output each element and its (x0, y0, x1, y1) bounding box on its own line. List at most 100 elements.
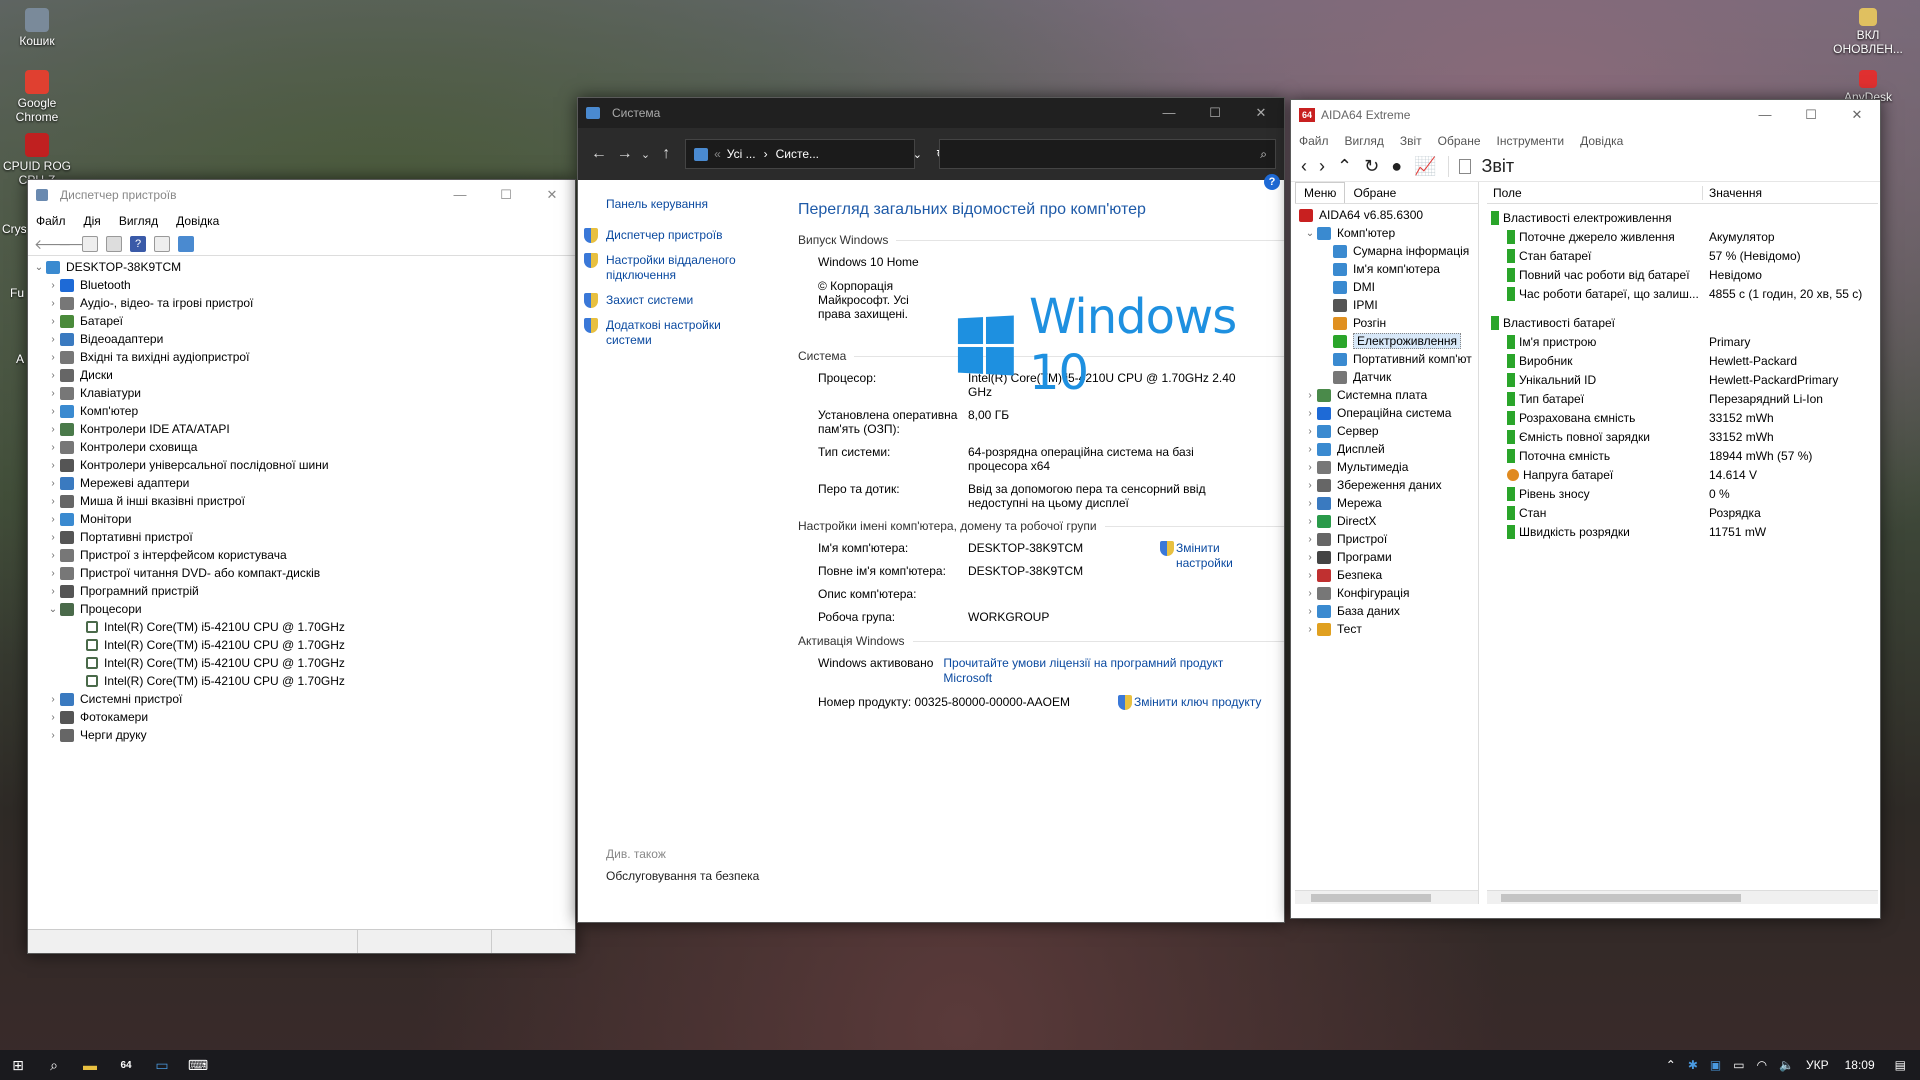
chevron-right-icon[interactable]: › (46, 550, 60, 561)
tree-category[interactable]: › Черги друку (32, 726, 575, 744)
maximize-button[interactable]: ☐ (1788, 100, 1834, 130)
show-hidden-icons-icon[interactable]: ⌃ (1666, 1058, 1676, 1072)
tab-menu[interactable]: Меню (1295, 182, 1346, 203)
chevron-right-icon[interactable]: › (1303, 444, 1317, 455)
chevron-right-icon[interactable]: › (1303, 606, 1317, 617)
aida-tree-item[interactable]: › Дисплей (1299, 440, 1478, 458)
start-button[interactable]: ⊞ (0, 1050, 36, 1080)
chevron-right-icon[interactable]: › (1303, 516, 1317, 527)
view-icon[interactable] (154, 235, 170, 252)
property-row[interactable]: Розрахована ємність 33152 mWh (1487, 408, 1878, 427)
menu-item[interactable]: Інструменти (1497, 134, 1565, 148)
aida-tree-item[interactable]: › Безпека (1299, 566, 1478, 584)
chevron-right-icon[interactable]: › (46, 478, 60, 489)
property-row[interactable]: Рівень зносу 0 % (1487, 484, 1878, 503)
forward-arrow-icon[interactable]: 🡒 (58, 236, 96, 252)
desktop-icon[interactable]: ВКЛ ОНОВЛЕН... (1822, 8, 1914, 56)
breadcrumb-all[interactable]: Усі ... (727, 147, 756, 161)
system-task-link[interactable]: Додаткові настройки системи (584, 318, 786, 348)
aida-tree-item[interactable]: › Конфігурація (1299, 584, 1478, 602)
menu-file[interactable]: Файл (36, 214, 66, 228)
system-window-taskbar-icon[interactable]: ▭ (144, 1050, 180, 1080)
close-button[interactable]: ✕ (1238, 98, 1284, 128)
address-box[interactable]: « Усі ... › Систе... ⌄ ↻ (685, 139, 946, 169)
desktop-icon[interactable]: Google Chrome (0, 70, 74, 124)
chevron-right-icon[interactable]: › (1303, 534, 1317, 545)
tree-device[interactable]: Intel(R) Core(TM) i5-4210U CPU @ 1.70GHz (32, 636, 575, 654)
wifi-icon[interactable]: ◠ (1757, 1058, 1767, 1072)
chevron-right-icon[interactable]: › (46, 442, 60, 453)
tree-root[interactable]: AIDA64 v6.85.6300 (1299, 206, 1478, 224)
tree-category[interactable]: › Системні пристрої (32, 690, 575, 708)
chevron-right-icon[interactable]: › (1303, 462, 1317, 473)
chevron-right-icon[interactable]: › (46, 352, 60, 363)
back-arrow-icon[interactable]: 🡐 (34, 236, 72, 252)
property-row[interactable]: Швидкість розрядки 11751 mW (1487, 522, 1878, 541)
chart-icon[interactable]: 📈 (1414, 156, 1436, 177)
up-icon[interactable]: ⌃ (1337, 156, 1352, 177)
back-icon[interactable]: ‹ (1301, 156, 1307, 177)
tree-category[interactable]: › Фотокамери (32, 708, 575, 726)
search-input[interactable]: ⌕ (939, 139, 1276, 169)
tree-device[interactable]: Intel(R) Core(TM) i5-4210U CPU @ 1.70GHz (32, 654, 575, 672)
chevron-right-icon[interactable]: › (1303, 570, 1317, 581)
aida-tree-item[interactable]: DMI (1299, 278, 1478, 296)
header-value[interactable]: Значення (1703, 186, 1762, 200)
aida-tree-item[interactable]: Розгін (1299, 314, 1478, 332)
user-icon[interactable]: ● (1391, 156, 1402, 177)
network-adapter-icon[interactable]: ▣ (1710, 1058, 1721, 1072)
chevron-right-icon[interactable]: › (46, 586, 60, 597)
tree-category[interactable]: › Аудіо-, відео- та ігрові пристрої (32, 294, 575, 312)
device-manager-taskbar-icon[interactable]: ⌨ (180, 1050, 216, 1080)
property-row[interactable]: Стан Розрядка (1487, 503, 1878, 522)
device-manager-titlebar[interactable]: Диспетчер пристроїв — ☐ ✕ (28, 180, 575, 210)
system-titlebar[interactable]: Система — ☐ ✕ (578, 98, 1284, 128)
horizontal-scrollbar[interactable] (1487, 890, 1878, 904)
horizontal-scrollbar[interactable] (1295, 890, 1478, 904)
forward-icon[interactable]: › (1319, 156, 1325, 177)
property-row[interactable]: Унікальний ID Hewlett-PackardPrimary (1487, 370, 1878, 389)
property-group[interactable]: Властивості електроживлення (1487, 208, 1878, 227)
system-task-link[interactable]: Захист системи (584, 293, 786, 308)
address-dropdown-icon[interactable]: ⌄ (913, 148, 922, 161)
aida-tree-item[interactable]: Електроживлення (1299, 332, 1478, 350)
notifications-icon[interactable]: ▤ (1895, 1058, 1906, 1072)
tree-category[interactable]: › Контролери універсальної послідовної ши… (32, 456, 575, 474)
chevron-right-icon[interactable]: › (1303, 390, 1317, 401)
tree-category[interactable]: › Монітори (32, 510, 575, 528)
up-arrow-icon[interactable]: ↑ (653, 145, 679, 163)
change-settings-link[interactable]: Змінити настройки (1160, 541, 1250, 571)
aida64-taskbar-icon[interactable]: 64 (108, 1050, 144, 1080)
language-indicator[interactable]: УКР (1806, 1058, 1829, 1072)
menu-item[interactable]: Обране (1438, 134, 1481, 148)
menu-action[interactable]: Дія (84, 214, 101, 228)
minimize-button[interactable]: — (1742, 100, 1788, 130)
tree-root[interactable]: ⌄ DESKTOP-38K9TCM (32, 258, 575, 276)
tab-favorites[interactable]: Обране (1345, 183, 1404, 203)
chevron-right-icon[interactable]: › (46, 370, 60, 381)
tree-category[interactable]: › Портативні пристрої (32, 528, 575, 546)
help-icon[interactable]: ? (130, 235, 146, 252)
bluetooth-icon[interactable]: ✱ (1688, 1058, 1698, 1072)
chevron-down-icon[interactable]: ⌄ (32, 262, 46, 273)
chevron-right-icon[interactable]: › (46, 514, 60, 525)
back-arrow-icon[interactable]: ← (586, 145, 612, 163)
aida-tree-item[interactable]: Портативний комп'ют (1299, 350, 1478, 368)
maximize-button[interactable]: ☐ (1192, 98, 1238, 128)
tree-category[interactable]: › Мережеві адаптери (32, 474, 575, 492)
property-row[interactable]: Повний час роботи від батареї Невідомо (1487, 265, 1878, 284)
tree-category[interactable]: ⌄ Процесори (32, 600, 575, 618)
file-explorer-icon[interactable]: ▬ (72, 1050, 108, 1080)
tree-device[interactable]: Intel(R) Core(TM) i5-4210U CPU @ 1.70GHz (32, 672, 575, 690)
tree-category[interactable]: › Контролери IDE ATA/ATAPI (32, 420, 575, 438)
maximize-button[interactable]: ☐ (483, 180, 529, 210)
chevron-right-icon[interactable]: › (46, 298, 60, 309)
chevron-right-icon[interactable]: › (46, 694, 60, 705)
chevron-right-icon[interactable]: › (46, 280, 60, 291)
chevron-right-icon[interactable]: › (46, 334, 60, 345)
chevron-right-icon[interactable]: › (46, 406, 60, 417)
chevron-right-icon[interactable]: › (46, 424, 60, 435)
aida-tree-item[interactable]: Сумарна інформація (1299, 242, 1478, 260)
close-button[interactable]: ✕ (1834, 100, 1880, 130)
chevron-right-icon[interactable]: › (1303, 624, 1317, 635)
